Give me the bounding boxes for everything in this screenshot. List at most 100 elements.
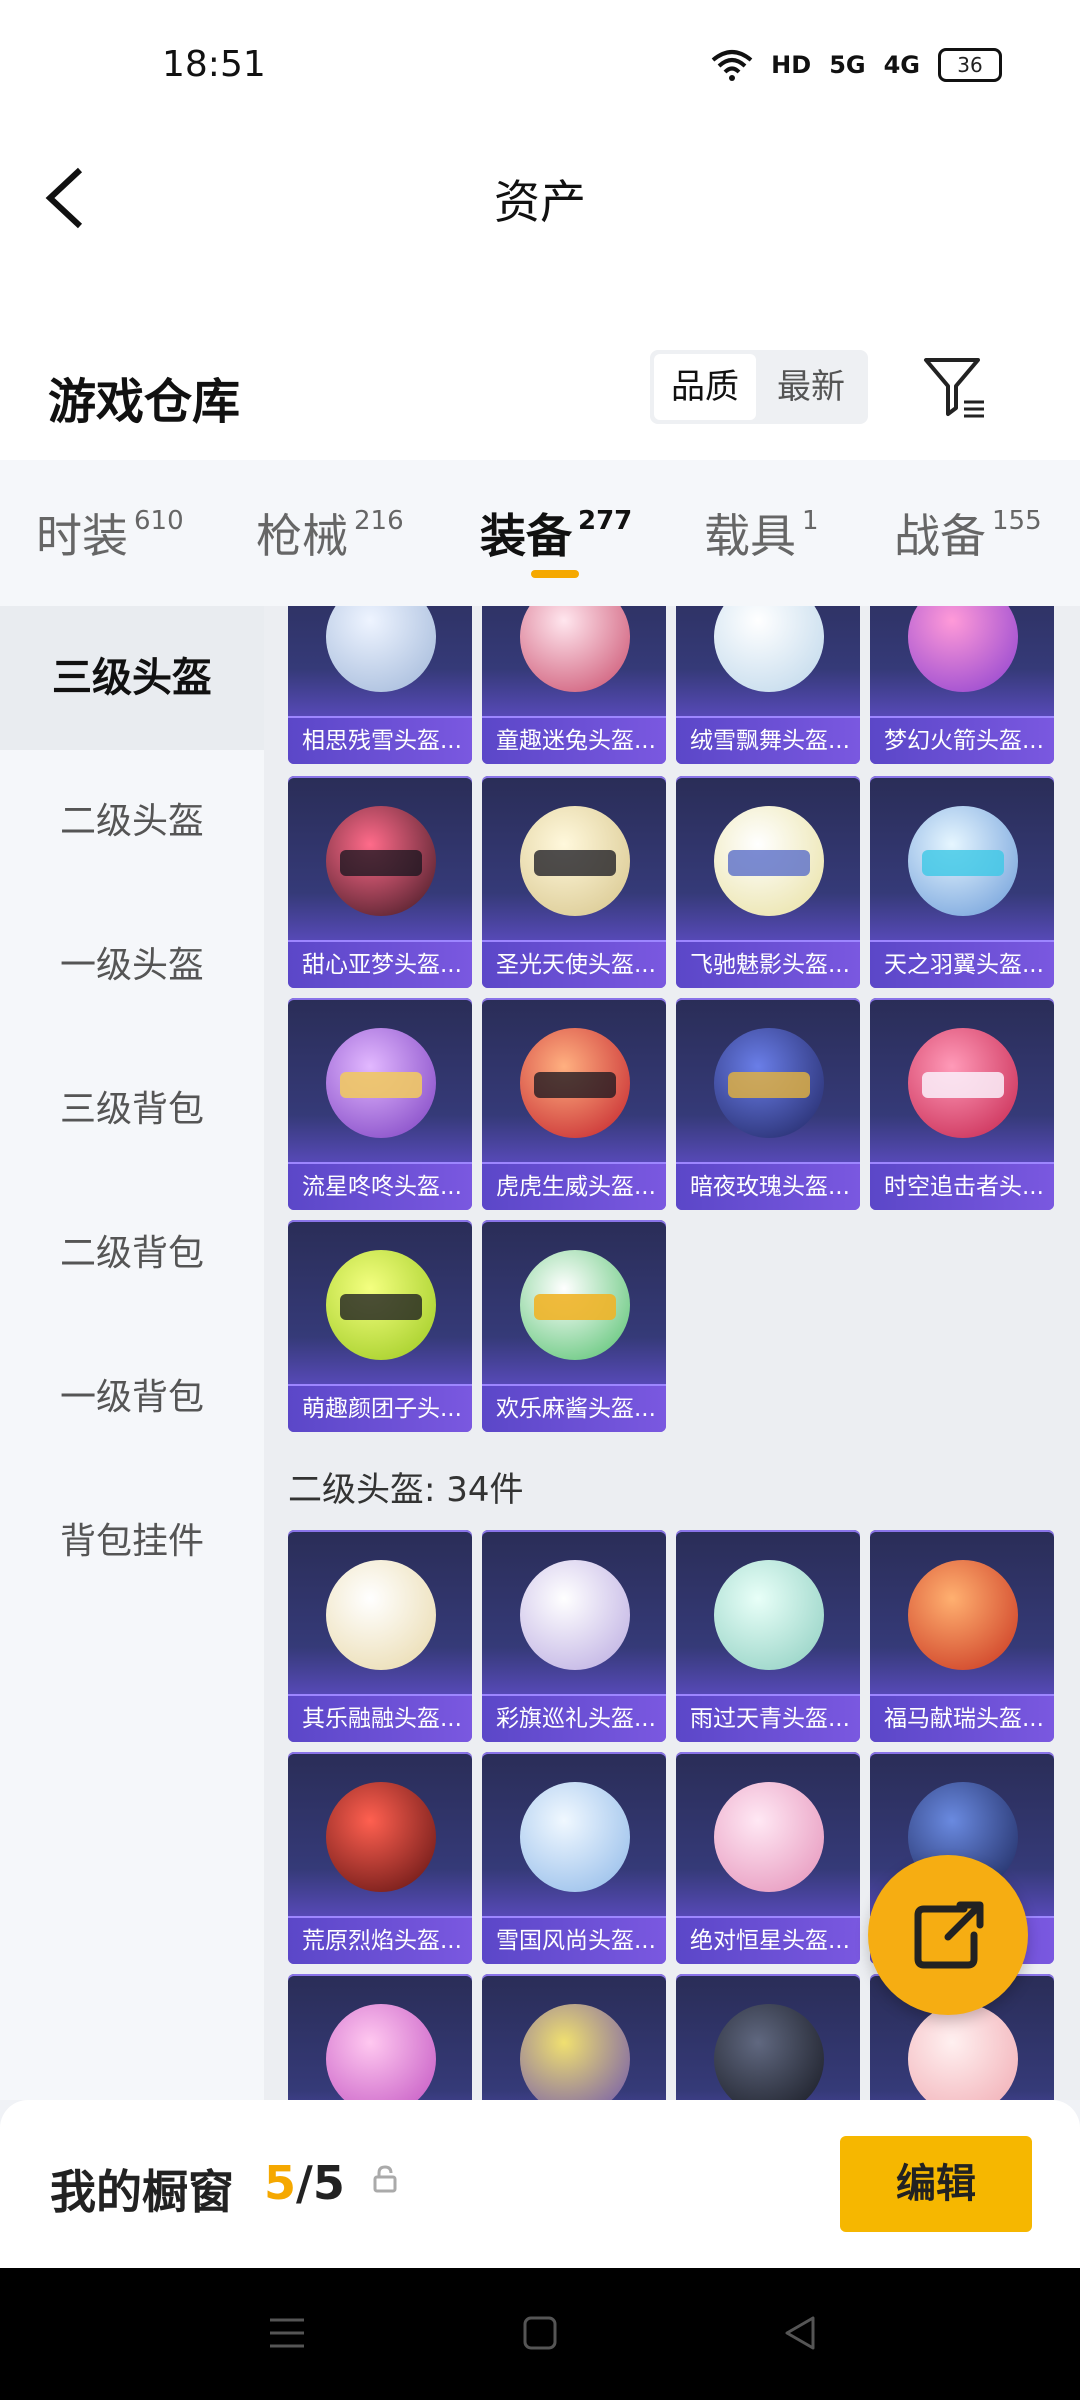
battery-level: 36 <box>957 53 983 77</box>
item-card[interactable]: 流星咚咚头盔... <box>288 998 472 1210</box>
showcase-count-total: 5 <box>312 2156 345 2210</box>
tab-count: 277 <box>578 506 633 536</box>
visor-icon <box>728 850 810 876</box>
sidebar-item-backpack-charm[interactable]: 背包挂件 <box>0 1470 264 1614</box>
item-name: 雨过天青头盔... <box>676 1694 860 1742</box>
tab-label: 枪械 <box>256 509 348 563</box>
showcase-count: 5/5 <box>264 2156 345 2210</box>
item-card[interactable] <box>288 1974 472 2100</box>
sort-quality-button[interactable]: 品质 <box>654 354 756 420</box>
visor-icon <box>340 1294 422 1320</box>
tab-fashion[interactable]: 时装 610 <box>36 500 184 566</box>
tab-guns[interactable]: 枪械 216 <box>256 500 404 566</box>
visor-icon <box>534 1294 616 1320</box>
item-card[interactable]: 虎虎生威头盔... <box>482 998 666 1210</box>
item-card[interactable]: 童趣迷兔头盔... <box>482 606 666 764</box>
item-name: 暗夜玫瑰头盔... <box>676 1162 860 1210</box>
item-name: 雪国风尚头盔... <box>482 1916 666 1964</box>
item-name: 萌趣颜团子头... <box>288 1384 472 1432</box>
active-tab-indicator <box>531 570 579 578</box>
share-button[interactable] <box>868 1855 1028 2015</box>
sidebar-item-level3-helmet[interactable]: 三级头盔 <box>0 606 264 750</box>
item-name: 彩旗巡礼头盔... <box>482 1694 666 1742</box>
item-card[interactable]: 甜心亚梦头盔... <box>288 776 472 988</box>
item-card[interactable]: 绝对恒星头盔... <box>676 1752 860 1964</box>
helmet-icon <box>520 2004 630 2100</box>
item-card[interactable]: 欢乐麻酱头盔... <box>482 1220 666 1432</box>
home-icon[interactable] <box>515 2308 565 2358</box>
item-card[interactable]: 雨过天青头盔... <box>676 1530 860 1742</box>
back-icon[interactable] <box>775 2308 825 2358</box>
item-card[interactable]: 天之羽翼头盔... <box>870 776 1054 988</box>
visor-icon <box>340 1072 422 1098</box>
item-card[interactable]: 梦幻火箭头盔... <box>870 606 1054 764</box>
signal-5g-icon: 5G <box>829 51 866 79</box>
status-time: 18:51 <box>162 44 266 85</box>
status-icons: HD 5G 4G 36 <box>711 48 1002 82</box>
battery-icon: 36 <box>938 48 1002 82</box>
helmet-icon <box>714 2004 824 2100</box>
item-card[interactable] <box>676 1974 860 2100</box>
visor-icon <box>534 850 616 876</box>
helmet-icon <box>326 606 436 692</box>
visor-icon <box>534 1072 616 1098</box>
showcase-label: 我的橱窗 <box>50 2165 234 2219</box>
item-card[interactable]: 绒雪飘舞头盔... <box>676 606 860 764</box>
tab-equipment[interactable]: 装备 277 <box>480 500 632 566</box>
sidebar-item-level1-backpack[interactable]: 一级背包 <box>0 1326 264 1470</box>
item-card[interactable]: 荒原烈焰头盔... <box>288 1752 472 1964</box>
item-name: 其乐融融头盔... <box>288 1694 472 1742</box>
section-title: 二级头盔: 34件 <box>288 1470 524 1510</box>
visor-icon <box>922 1072 1004 1098</box>
helmet-icon <box>714 606 824 692</box>
item-name: 梦幻火箭头盔... <box>870 716 1054 764</box>
showcase-bar: 我的橱窗 5/5 编辑 <box>0 2100 1080 2268</box>
filter-icon[interactable] <box>920 352 990 422</box>
item-card[interactable]: 相思残雪头盔... <box>288 606 472 764</box>
item-card[interactable] <box>482 1974 666 2100</box>
sidebar-item-level2-backpack[interactable]: 二级背包 <box>0 1182 264 1326</box>
item-name: 虎虎生威头盔... <box>482 1162 666 1210</box>
item-name: 天之羽翼头盔... <box>870 940 1054 988</box>
tab-gear[interactable]: 战备 155 <box>894 500 1042 566</box>
tab-label: 战备 <box>894 509 986 563</box>
tab-vehicles[interactable]: 载具 1 <box>704 500 819 566</box>
helmet-icon <box>520 1782 630 1892</box>
wifi-icon <box>711 50 753 81</box>
helmet-icon <box>520 1560 630 1670</box>
item-card[interactable]: 时空追击者头... <box>870 998 1054 1210</box>
item-card[interactable]: 雪国风尚头盔... <box>482 1752 666 1964</box>
item-card[interactable]: 飞驰魅影头盔... <box>676 776 860 988</box>
item-card[interactable]: 彩旗巡礼头盔... <box>482 1530 666 1742</box>
sidebar: 三级头盔 二级头盔 一级头盔 三级背包 二级背包 一级背包 背包挂件 <box>0 606 264 2100</box>
edit-button[interactable]: 编辑 <box>840 2136 1032 2232</box>
item-card[interactable]: 暗夜玫瑰头盔... <box>676 998 860 1210</box>
item-name: 欢乐麻酱头盔... <box>482 1384 666 1432</box>
visor-icon <box>922 850 1004 876</box>
helmet-icon <box>326 1560 436 1670</box>
item-name: 时空追击者头... <box>870 1162 1054 1210</box>
category-tabs: 时装 610 枪械 216 装备 277 载具 1 战备 155 <box>0 460 1080 606</box>
sidebar-item-level3-backpack[interactable]: 三级背包 <box>0 1038 264 1182</box>
sort-latest-button[interactable]: 最新 <box>760 354 862 420</box>
item-card[interactable]: 福马献瑞头盔... <box>870 1530 1054 1742</box>
app-header: 资产 <box>0 136 1080 326</box>
item-name: 圣光天使头盔... <box>482 940 666 988</box>
lock-icon <box>373 2165 397 2193</box>
share-icon <box>914 1901 984 1969</box>
visor-icon <box>340 850 422 876</box>
item-card[interactable]: 其乐融融头盔... <box>288 1530 472 1742</box>
item-name: 甜心亚梦头盔... <box>288 940 472 988</box>
page-title: 资产 <box>494 175 586 229</box>
menu-icon[interactable] <box>262 2308 312 2358</box>
item-name: 绝对恒星头盔... <box>676 1916 860 1964</box>
item-card[interactable]: 圣光天使头盔... <box>482 776 666 988</box>
showcase-count-current: 5 <box>264 2156 297 2210</box>
status-bar: 18:51 HD 5G 4G 36 <box>0 0 1080 136</box>
sidebar-item-level1-helmet[interactable]: 一级头盔 <box>0 894 264 1038</box>
item-card[interactable]: 萌趣颜团子头... <box>288 1220 472 1432</box>
tab-label: 载具 <box>704 509 796 563</box>
sidebar-item-level2-helmet[interactable]: 二级头盔 <box>0 750 264 894</box>
tab-count: 216 <box>354 506 404 536</box>
visor-icon <box>728 1072 810 1098</box>
